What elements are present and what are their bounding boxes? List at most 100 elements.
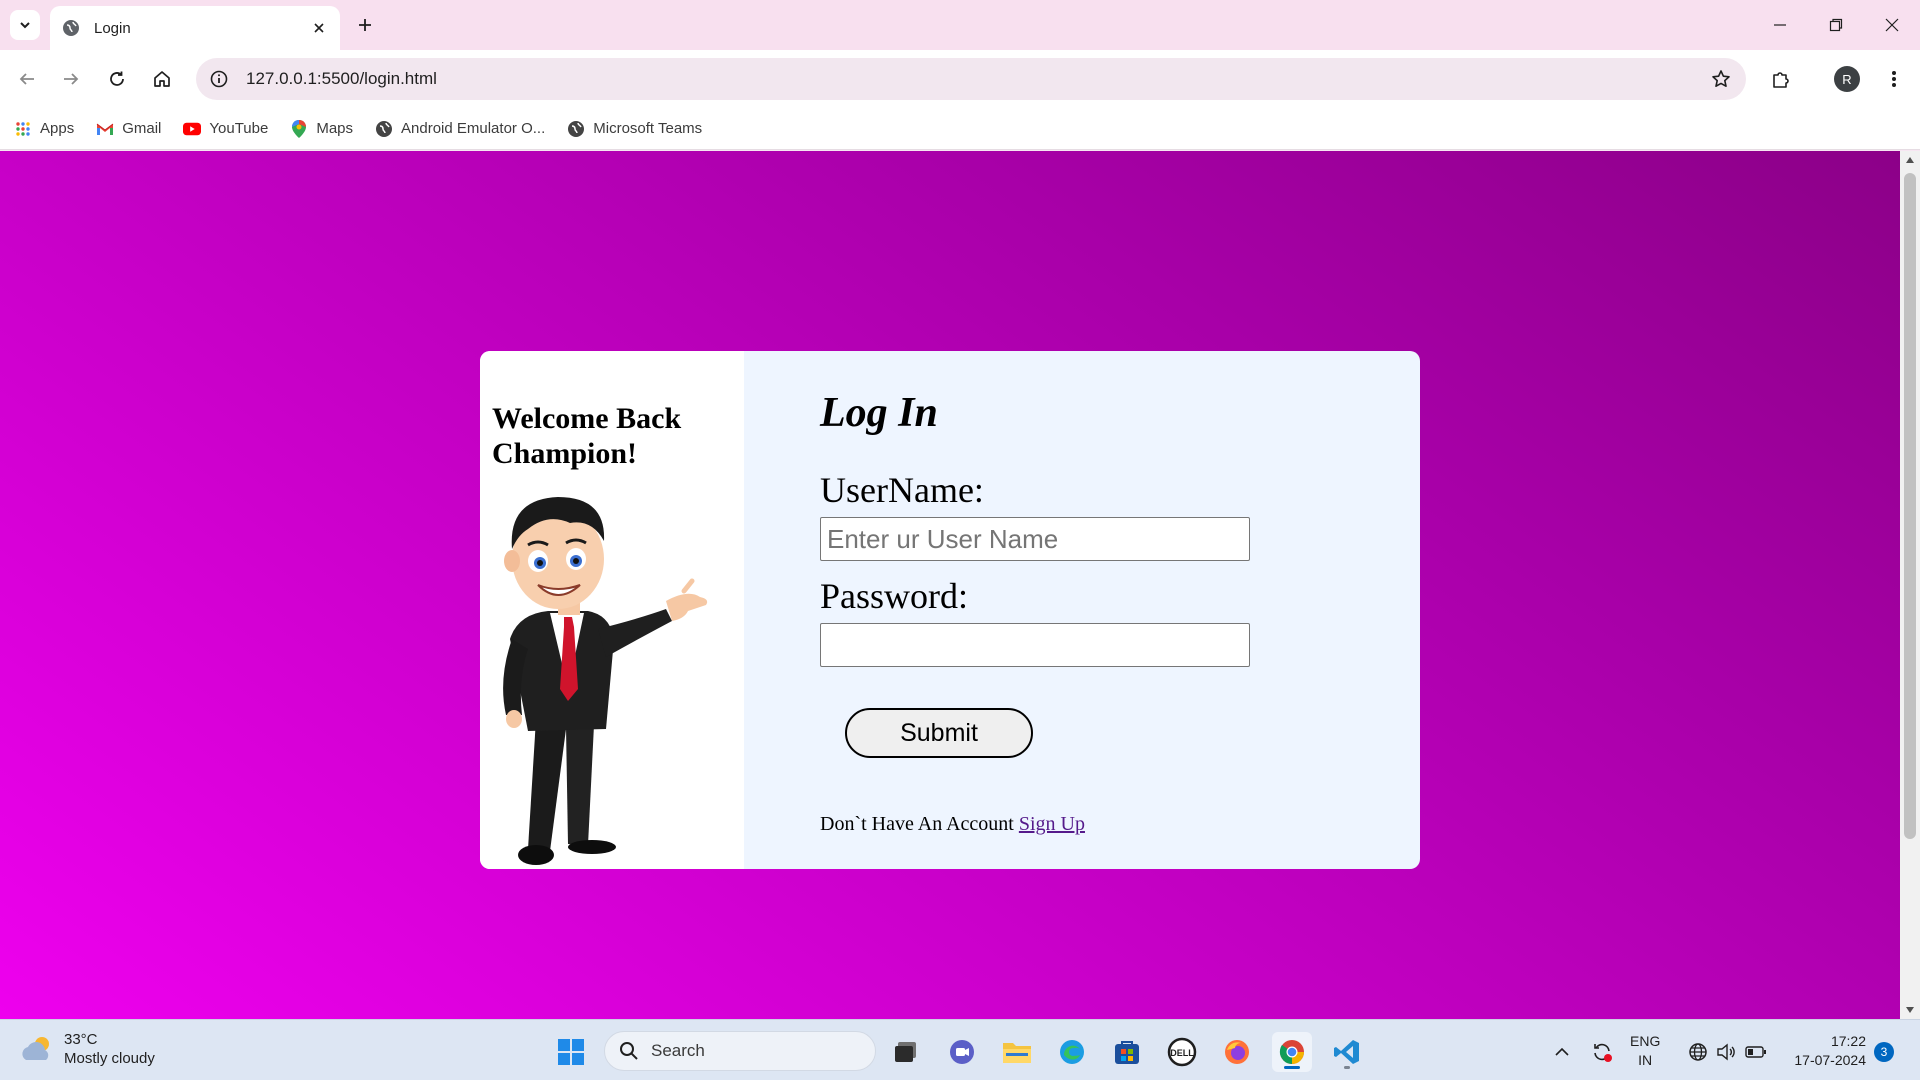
globe-icon <box>375 120 393 138</box>
microsoft-store-app[interactable] <box>1107 1032 1147 1072</box>
login-form: Log In UserName: Password: Submit Don`t … <box>820 351 1380 869</box>
region-code: IN <box>1638 1052 1653 1068</box>
chevron-down-icon <box>20 22 30 29</box>
password-input[interactable] <box>820 623 1250 667</box>
home-button[interactable] <box>147 64 177 94</box>
avatar: R <box>1834 66 1860 92</box>
input-language-indicator[interactable]: ENG IN <box>1630 1032 1660 1070</box>
signup-prompt-line: Don`t Have An Account Sign Up <box>820 813 1085 836</box>
globe-network-icon <box>1689 1043 1707 1061</box>
bookmark-label: Microsoft Teams <box>593 120 703 137</box>
notification-badge[interactable]: 3 <box>1874 1042 1894 1062</box>
scroll-down-arrow-icon[interactable] <box>1905 1005 1915 1015</box>
clock-time: 17:22 <box>1830 1033 1866 1049</box>
speaker-icon <box>1717 1043 1735 1061</box>
bookmark-youtube[interactable]: YouTube <box>183 120 268 138</box>
task-view-button[interactable] <box>886 1032 926 1072</box>
network-button[interactable] <box>1686 1032 1710 1072</box>
browser-toolbar: 127.0.0.1:5500/login.html R <box>0 50 1920 108</box>
scrollbar-thumb[interactable] <box>1904 173 1916 839</box>
svg-text:DELL: DELL <box>1170 1048 1194 1058</box>
tab-search-button[interactable] <box>10 10 40 40</box>
profile-button[interactable]: R <box>1832 64 1862 94</box>
vscode-app[interactable] <box>1327 1032 1367 1072</box>
back-arrow-icon <box>19 73 34 85</box>
minimize-button[interactable] <box>1752 0 1808 50</box>
kebab-menu-icon <box>1892 71 1896 87</box>
edge-app[interactable] <box>1052 1032 1092 1072</box>
tab-close-button[interactable] <box>310 19 328 37</box>
gmail-icon <box>96 120 114 138</box>
address-bar[interactable]: 127.0.0.1:5500/login.html <box>196 58 1746 100</box>
bookmark-star-button[interactable] <box>1706 64 1736 94</box>
windows-taskbar: 33°C Mostly cloudy Search DELL ENG IN 17… <box>0 1019 1920 1080</box>
file-explorer-app[interactable] <box>997 1032 1037 1072</box>
sync-status-button[interactable] <box>1588 1032 1616 1072</box>
bookmark-gmail[interactable]: Gmail <box>96 120 161 138</box>
system-clock[interactable]: 17:22 17-07-2024 <box>1782 1032 1866 1070</box>
close-window-button[interactable] <box>1864 0 1920 50</box>
chrome-app[interactable] <box>1272 1032 1312 1072</box>
dell-app[interactable]: DELL <box>1162 1032 1202 1072</box>
chevron-up-icon <box>1555 1047 1569 1056</box>
new-tab-button[interactable] <box>352 12 378 38</box>
bookmark-apps[interactable]: Apps <box>14 120 74 138</box>
scroll-up-arrow-icon[interactable] <box>1905 155 1915 165</box>
username-label: UserName: <box>820 470 984 510</box>
start-button[interactable] <box>551 1032 591 1072</box>
cloudy-weather-icon <box>22 1037 49 1060</box>
bookmark-maps[interactable]: Maps <box>290 119 354 138</box>
window-controls <box>1752 0 1920 50</box>
star-icon <box>1712 70 1730 87</box>
vertical-scrollbar[interactable] <box>1900 151 1920 1019</box>
restore-button[interactable] <box>1808 0 1864 50</box>
tab-strip: Login <box>0 0 1920 50</box>
url-text[interactable]: 127.0.0.1:5500/login.html <box>246 69 1706 89</box>
globe-icon <box>63 20 79 36</box>
page-viewport: Welcome Back Champion! Log In UserName: … <box>0 151 1900 1019</box>
taskbar-search[interactable]: Search <box>604 1031 876 1071</box>
firefox-app[interactable] <box>1217 1032 1257 1072</box>
weather-description: Mostly cloudy <box>64 1050 155 1067</box>
signup-prompt-text: Don`t Have An Account <box>820 813 1014 835</box>
volume-button[interactable] <box>1714 1032 1738 1072</box>
reload-icon <box>110 71 124 86</box>
welcome-panel: Welcome Back Champion! <box>480 351 744 869</box>
edge-icon <box>1060 1040 1084 1064</box>
sync-alert-icon <box>1594 1043 1612 1062</box>
bookmark-microsoft-teams[interactable]: Microsoft Teams <box>567 120 702 138</box>
forward-arrow-icon <box>64 73 79 85</box>
bookmark-android-emulator[interactable]: Android Emulator O... <box>375 120 545 138</box>
bookmark-label: Maps <box>316 120 354 137</box>
home-icon <box>154 71 170 87</box>
reload-button[interactable] <box>102 64 132 94</box>
browser-tab[interactable]: Login <box>50 6 340 50</box>
weather-temperature: 33°C <box>64 1031 98 1048</box>
site-info-button[interactable] <box>204 64 234 94</box>
file-explorer-icon <box>1003 1043 1031 1063</box>
language-code: ENG <box>1630 1033 1661 1049</box>
apps-grid-icon <box>14 120 32 138</box>
taskbar-search-label: Search <box>651 1041 705 1060</box>
teams-meet-app[interactable] <box>942 1032 982 1072</box>
menu-button[interactable] <box>1879 64 1909 94</box>
show-hidden-icons-button[interactable] <box>1550 1032 1574 1072</box>
restore-icon <box>1829 18 1843 32</box>
password-label: Password: <box>820 576 969 616</box>
active-app-indicator <box>1284 1066 1300 1069</box>
info-icon <box>210 70 228 88</box>
extensions-button[interactable] <box>1766 64 1796 94</box>
battery-button[interactable] <box>1744 1032 1768 1072</box>
youtube-icon <box>183 120 202 138</box>
back-button[interactable] <box>12 64 42 94</box>
dell-icon: DELL <box>1167 1037 1197 1067</box>
submit-button[interactable]: Submit <box>845 708 1033 758</box>
weather-widget[interactable]: 33°C Mostly cloudy <box>20 1030 155 1068</box>
tab-title: Login <box>94 19 131 37</box>
forward-button[interactable] <box>56 64 86 94</box>
welcome-heading: Welcome Back Champion! <box>492 402 682 470</box>
signup-link[interactable]: Sign Up <box>1019 813 1085 835</box>
login-card: Welcome Back Champion! Log In UserName: … <box>480 351 1420 869</box>
microsoft-store-icon <box>1115 1041 1139 1064</box>
username-input[interactable] <box>820 517 1250 561</box>
